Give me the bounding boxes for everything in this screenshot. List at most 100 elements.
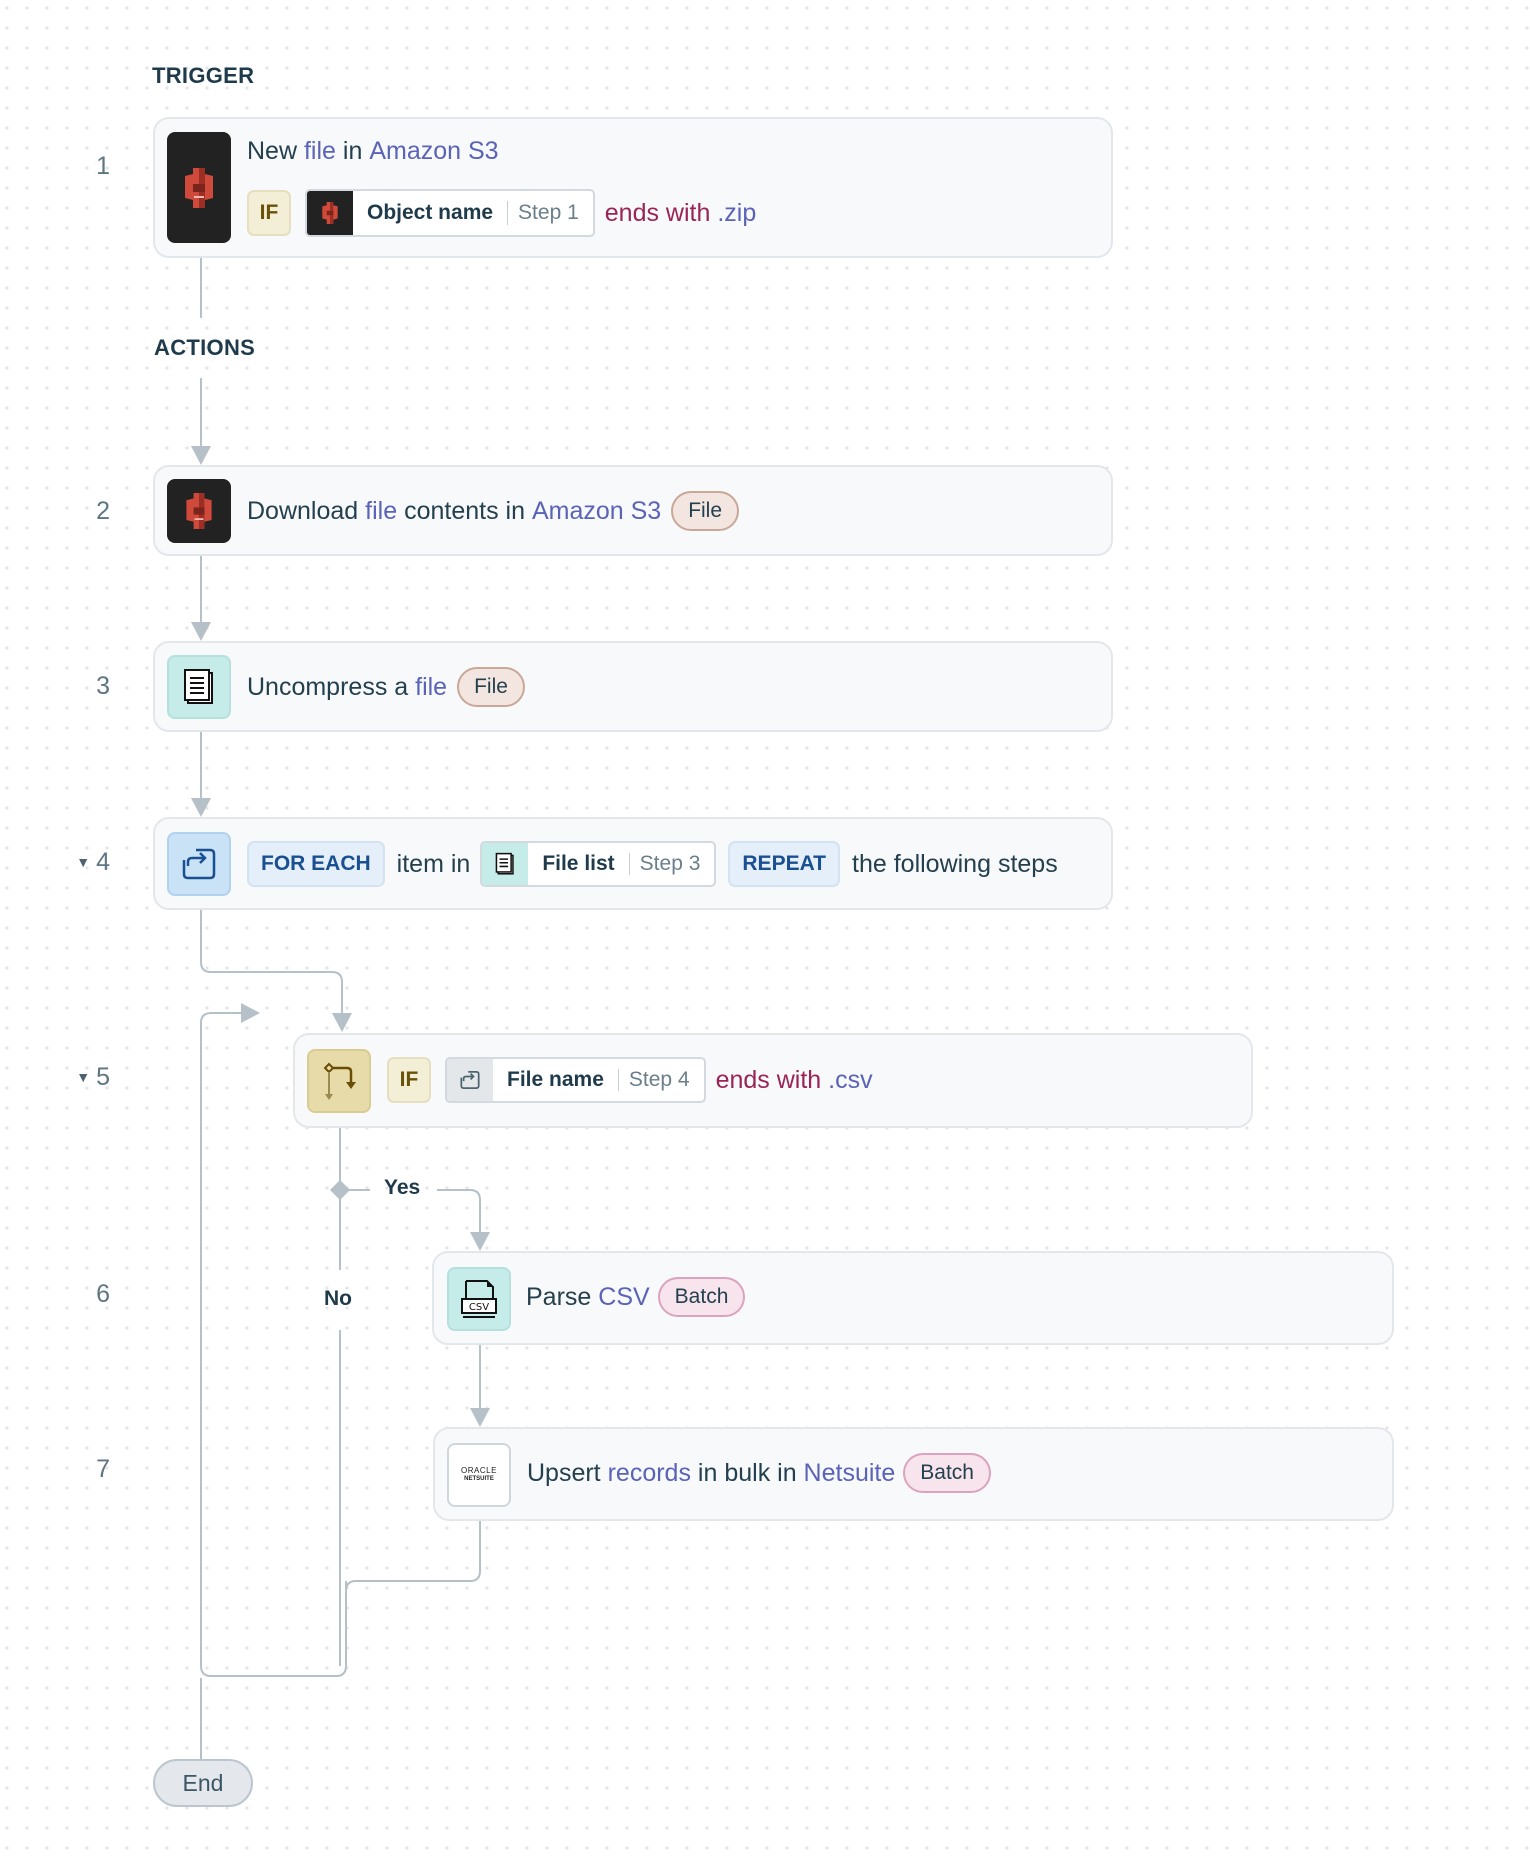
title-app-link[interactable]: Amazon S3 [532, 497, 661, 526]
batch-tag: Batch [657, 1277, 746, 1317]
step-number-text: 3 [96, 672, 110, 700]
step-3-title: Uncompress a file File [247, 667, 525, 707]
condition-operator: ends with [604, 198, 711, 227]
repeat-loop-icon [447, 1059, 493, 1101]
step-card-6[interactable]: CSV Parse CSV Batch [432, 1251, 1394, 1345]
datapill-field-name: File name [507, 1068, 604, 1091]
datapill-file-name[interactable]: File name Step 4 [445, 1057, 706, 1103]
step-card-7[interactable]: ORACLE NETSUITE Upsert records in bulk i… [433, 1427, 1394, 1521]
title-verb: Uncompress a [247, 672, 409, 701]
title-prep: in [342, 137, 363, 165]
file-document-icon [482, 843, 529, 885]
yes-branch-line-2 [437, 1189, 481, 1234]
no-branch-label: No [324, 1287, 352, 1310]
datapill-object-name[interactable]: Object name Step 1 [305, 189, 595, 237]
condition-value: .csv [828, 1065, 873, 1094]
file-tag: File [457, 667, 525, 707]
arrow-head-step-2 [191, 446, 211, 465]
step-number-4[interactable]: ▼ 4 [50, 848, 110, 877]
loop-bottom-line [200, 1581, 347, 1677]
amazon-s3-icon [307, 191, 353, 235]
amazon-s3-icon [167, 132, 231, 243]
step-number-text: 7 [96, 1455, 110, 1483]
step-number-6: 6 [50, 1280, 110, 1309]
title-rest: contents in [404, 496, 525, 525]
file-tag: File [671, 491, 740, 531]
repeat-tail-text: the following steps [852, 849, 1058, 878]
datapill-step-ref: Step 3 [639, 852, 701, 875]
step-card-5-if[interactable]: IF File name Step 4 ends with .csv [293, 1033, 1253, 1128]
actions-section-label: ACTIONS [154, 335, 256, 360]
title-object-link[interactable]: file [304, 137, 336, 166]
step-number-1: 1 [50, 152, 110, 181]
batch-tag: Batch [903, 1453, 991, 1493]
repeat-chip: REPEAT [728, 841, 841, 887]
step-number-5[interactable]: ▼ 5 [50, 1063, 110, 1092]
branch-condition-icon [307, 1049, 371, 1113]
merge-line [345, 1521, 481, 1592]
repeat-loop-icon [167, 832, 231, 896]
datapill-step-ref: Step 1 [518, 201, 579, 224]
step-1-title: New file in Amazon S3 [247, 137, 499, 166]
flow-connectors [191, 258, 490, 1759]
step-card-3[interactable]: Uncompress a file File [153, 641, 1113, 732]
datapill-field-name: Object name [367, 201, 494, 224]
step-number-text: 2 [96, 497, 110, 525]
title-verb: Upsert [527, 1458, 601, 1487]
title-app-link[interactable]: Netsuite [804, 1459, 896, 1488]
collapse-caret-icon[interactable]: ▼ [76, 1069, 90, 1085]
file-document-icon [167, 655, 231, 719]
step-1-condition: IF Object name Step 1 ends with .zip [247, 189, 756, 237]
trigger-section-label: TRIGGER [152, 63, 255, 88]
step-number-text: 5 [96, 1063, 110, 1091]
title-verb: Download [247, 496, 359, 525]
step-number-7: 7 [50, 1455, 110, 1484]
arrow-head-step-4 [191, 798, 211, 817]
step-2-title: Download file contents in Amazon S3 File [247, 491, 740, 531]
condition-operator: ends with [715, 1065, 822, 1094]
amazon-s3-icon [167, 479, 231, 543]
arrow-head-step-7 [470, 1408, 490, 1427]
step-5-condition: IF File name Step 4 ends with .csv [387, 1057, 873, 1103]
arrow-head-step-5 [332, 1013, 352, 1032]
item-in-text: item in [396, 849, 471, 878]
connector-to-step-5 [200, 910, 343, 1016]
title-verb: New [247, 137, 298, 165]
arrow-head-step-6 [470, 1232, 490, 1251]
title-object-link[interactable]: records [608, 1459, 691, 1488]
step-card-1-trigger[interactable]: New file in Amazon S3 IF Object name Ste… [153, 117, 1113, 258]
branch-diamond [330, 1180, 350, 1200]
title-object-link[interactable]: file [415, 673, 447, 702]
datapill-step-ref: Step 4 [628, 1068, 690, 1091]
logo-text-netsuite: NETSUITE [464, 1476, 494, 1482]
end-node: End [153, 1759, 253, 1807]
step-number-text: 4 [96, 848, 110, 876]
if-chip: IF [387, 1057, 431, 1103]
title-object-link[interactable]: CSV [598, 1283, 649, 1312]
datapill-field-name: File list [542, 852, 615, 875]
title-rest: in bulk in [697, 1458, 797, 1487]
datapill-file-list[interactable]: File list Step 3 [480, 841, 717, 887]
arrow-head-step-3 [191, 622, 211, 641]
yes-branch-label: Yes [384, 1176, 421, 1199]
oracle-netsuite-logo: ORACLE NETSUITE [447, 1443, 511, 1507]
collapse-caret-icon[interactable]: ▼ [76, 854, 90, 870]
step-number-3: 3 [50, 672, 110, 701]
if-chip: IF [247, 190, 291, 236]
step-4-content: FOR EACH item in File list Step 3 REPEAT… [247, 841, 1058, 887]
title-app-link[interactable]: Amazon S3 [369, 137, 498, 166]
svg-text:CSV: CSV [469, 1302, 489, 1313]
csv-file-icon: CSV [447, 1267, 511, 1331]
arrow-head-loop [241, 1003, 260, 1023]
for-each-chip: FOR EACH [247, 841, 385, 887]
step-number-text: 6 [96, 1280, 110, 1308]
step-number-text: 1 [96, 152, 110, 180]
title-object-link[interactable]: file [365, 497, 397, 526]
step-card-2[interactable]: Download file contents in Amazon S3 File [153, 465, 1113, 556]
step-number-2: 2 [50, 497, 110, 526]
step-7-title: Upsert records in bulk in Netsuite Batch [527, 1453, 991, 1493]
step-card-4-foreach[interactable]: FOR EACH item in File list Step 3 REPEAT… [153, 817, 1113, 910]
step-6-title: Parse CSV Batch [526, 1277, 746, 1317]
logo-text-oracle: ORACLE [461, 1466, 497, 1475]
loop-back-line [200, 1012, 244, 1666]
